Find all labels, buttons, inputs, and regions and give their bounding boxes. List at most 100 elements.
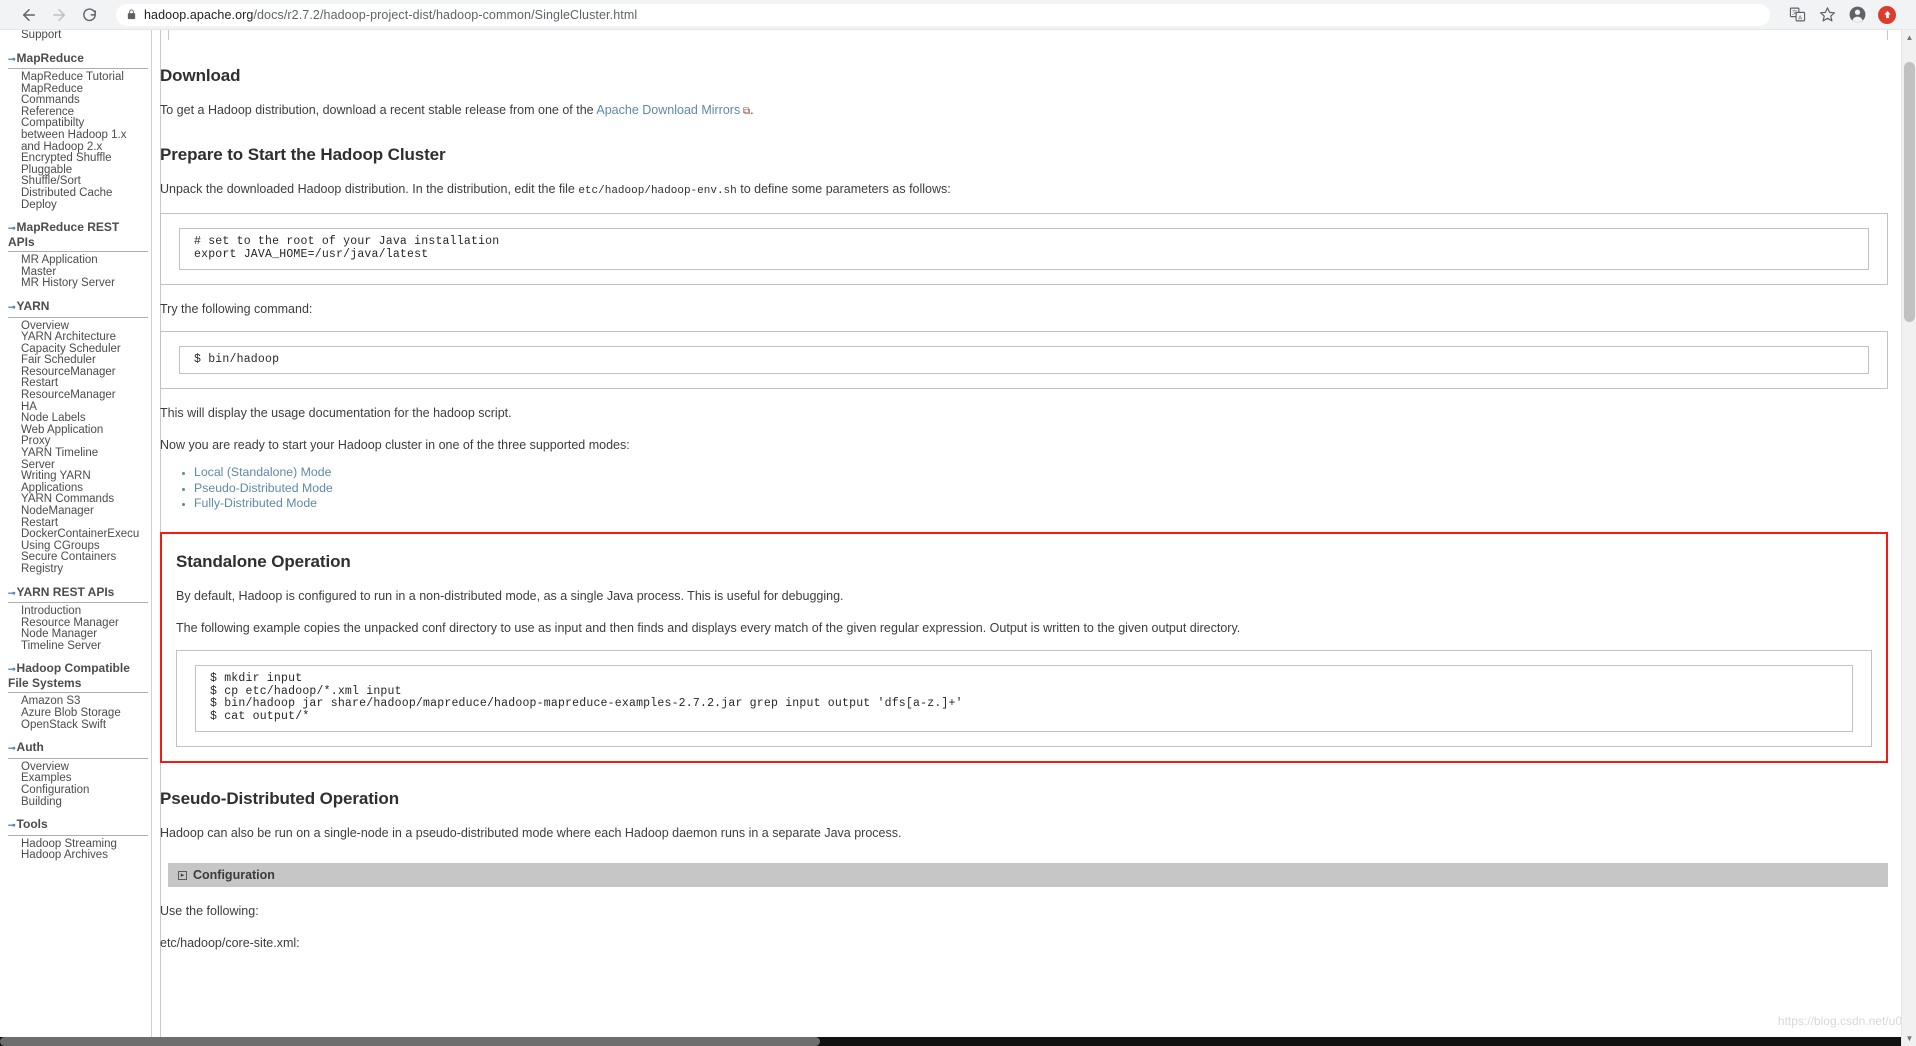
sidebar-item-support[interactable]: Support [21,30,152,42]
sidebar-group: Support [8,30,152,42]
sidebar-item-nodemanager[interactable]: NodeManager [21,505,152,518]
forward-button[interactable] [44,0,74,30]
sidebar-group-header[interactable]: ⊸YARN REST APIs [8,584,148,604]
heading-standalone: Standalone Operation [176,551,351,571]
chevron-right-icon: ⊸ [8,223,16,234]
code-block-try-inner: $ bin/hadoop [179,345,1869,375]
svg-text:A: A [1798,15,1802,21]
mode-list-item: Fully-Distributed Mode [194,497,1888,510]
heading-download: Download [160,66,241,85]
chrome-update-icon[interactable] [1872,1,1902,29]
sidebar-group-label: Hadoop Compatible File Systems [8,661,130,690]
paragraph-use-following: Use the following: [160,904,259,919]
chevron-right-icon: ⊸ [8,743,16,754]
download-text-after: . [750,103,754,117]
sidebar-item-configuration[interactable]: Configuration [21,784,152,797]
sidebar-group: ⊸YARN Overview YARN Architecture Capacity S… [8,299,152,576]
sidebar-item-openstack-swift[interactable]: OpenStack Swift [21,719,152,732]
sidebar-item-timeline-server[interactable]: Timeline Server [21,640,152,653]
sidebar-group-header[interactable]: ⊸Tools [8,817,148,836]
horizontal-scrollbar[interactable] [0,1037,1901,1046]
back-button[interactable] [14,0,44,30]
sidebar-item-mr-history-server[interactable]: MR History Server [21,278,152,290]
sidebar-group: ⊸Auth Overview Examples Configuration Buildi… [8,740,152,809]
code-block-env-outer: # set to the root of your Java installat… [160,213,1888,285]
sidebar-item-hadoop-archives[interactable]: Hadoop Archives [21,850,152,862]
external-link-icon: ⧉ [740,106,751,117]
sidebar-item-building[interactable]: Building [21,796,152,809]
paragraph-usage: This will display the usage documentatio… [160,406,512,421]
sidebar-item-registry[interactable]: Registry [21,563,152,576]
sidebar-group-label: MapReduce [16,50,84,65]
url-text: hadoop.apache.org/docs/r2.7.2/hadoop-pro… [144,7,638,22]
chevron-right-icon: ⊸ [8,664,16,675]
paragraph-try: Try the following command: [160,301,313,316]
sidebar-group: ⊸YARN REST APIs Introduction Resource Mana… [8,584,152,653]
code-block-standalone-inner: $ mkdir input $ cp etc/hadoop/*.xml inpu… [195,664,1853,733]
heading-prepare: Prepare to Start the Hadoop Cluster [160,145,446,164]
profile-icon[interactable] [1842,1,1872,29]
sidebar-link-list: Introduction Resource Manager Node Manager… [8,605,152,653]
truncated-code-block-top [168,30,1888,40]
sidebar-item-introduction[interactable]: Introduction [21,605,152,618]
page-scrollbar[interactable]: ▲ ▼ [1901,30,1916,1046]
sidebar-group: ⊸MapReduce REST APIs MR Application Master… [8,221,152,290]
sidebar-item-mapreduce-tutorial[interactable]: MapReduce Tutorial [21,71,152,84]
sidebar-group-header[interactable]: ⊸YARN [8,299,148,318]
expand-box-icon: ▸ [178,870,187,880]
sidebar-group-label: YARN REST APIs [16,584,115,599]
heading-pseudo-distributed: Pseudo-Distributed Operation [160,789,399,809]
mode-list-item: Local (Standalone) Mode [194,466,1888,479]
sidebar-item-azure-blob-storage[interactable]: Azure Blob Storage [21,707,152,720]
mode-link-pseudo-distributed-mode[interactable]: Pseudo-Distributed Mode [194,481,333,495]
update-badge [1878,5,1896,24]
inline-code-hadoop-env: etc/hadoop/hadoop-env.sh [578,185,737,197]
apache-download-mirrors-link[interactable]: Apache Download Mirrors [596,103,740,117]
configuration-label: Configuration [193,868,275,883]
watermark-text: https://blog.csdn.net/u0 [1777,1014,1902,1028]
label-core-site-xml: etc/hadoop/core-site.xml: [160,936,300,951]
scrollbar-thumb[interactable] [1904,62,1915,322]
sidebar-item-yarn-timeline[interactable]: YARN Timeline [21,447,152,460]
code-env: # set to the root of your Java installat… [194,235,500,261]
mode-link-fully-distributed-mode[interactable]: Fully-Distributed Mode [194,496,317,510]
sidebar-link-list: MapReduce Tutorial MapReduce Commands Refer… [8,71,152,212]
sidebar-group-header[interactable]: ⊸Hadoop Compatible File Systems [8,661,148,694]
sidebar-link-list: Overview Examples Configuration Building [8,761,152,809]
sidebar-link-list: Overview YARN Architecture Capacity Schedu… [8,320,152,576]
standalone-operation-highlight-box: Standalone Operation By default, Hadoop … [160,531,1888,764]
horizontal-scrollbar-thumb[interactable] [0,1037,820,1046]
sidebar-item-between-hadoop-1-x[interactable]: between Hadoop 1.x [21,129,152,142]
code-block-try-outer: $ bin/hadoop [160,330,1888,390]
modes-list: Local (Standalone) Mode Pseudo-Distribute… [194,466,1888,510]
configuration-collapsible-header[interactable]: ▸ Configuration [168,863,1888,888]
page-viewport: Support ⊸MapReduce MapReduce Tutorial MapRe… [0,30,1916,1046]
sidebar-group-label: Tools [16,817,48,832]
paragraph-download: To get a Hadoop distribution, download a… [160,103,1888,119]
translate-icon[interactable]: 文 A [1782,1,1812,29]
sidebar-group-header[interactable]: ⊸MapReduce REST APIs [8,221,148,253]
address-bar[interactable]: hadoop.apache.org/docs/r2.7.2/hadoop-pro… [116,3,1770,26]
lock-icon [126,8,137,21]
bookmark-star-icon[interactable] [1812,1,1842,29]
code-try: $ bin/hadoop [194,352,280,366]
sidebar-item-resourcemanager[interactable]: ResourceManager [21,389,152,402]
sidebar-group-header[interactable]: ⊸MapReduce [8,50,148,70]
sidebar-item-distributed-cache[interactable]: Distributed Cache [21,187,152,200]
reload-button[interactable] [74,0,104,30]
browser-toolbar: hadoop.apache.org/docs/r2.7.2/hadoop-pro… [0,0,1916,30]
sidebar-link-list: Amazon S3 Azure Blob Storage OpenStack Swi… [8,696,152,731]
sidebar-group: ⊸MapReduce MapReduce Tutorial MapReduce Com… [8,50,152,212]
scroll-up-arrow-icon[interactable]: ▲ [1902,30,1916,45]
sidebar-item-yarn-architecture[interactable]: YARN Architecture [21,331,152,344]
mode-link-local-standalone-mode[interactable]: Local (Standalone) Mode [194,465,331,479]
prepare-text-b: to define some parameters as follows: [736,182,951,196]
sidebar-item-deploy[interactable]: Deploy [21,199,152,212]
sidebar-group-label: Auth [16,740,44,755]
sidebar-nav-list: Support ⊸MapReduce MapReduce Tutorial MapRe… [8,30,152,862]
doc-sidebar: Support ⊸MapReduce MapReduce Tutorial MapRe… [0,30,152,1046]
svg-text:文: 文 [1791,9,1797,17]
scroll-down-arrow-icon[interactable]: ▼ [1902,1031,1916,1046]
sidebar-group-header[interactable]: ⊸Auth [8,740,148,759]
chevron-right-icon: ⊸ [8,302,16,312]
